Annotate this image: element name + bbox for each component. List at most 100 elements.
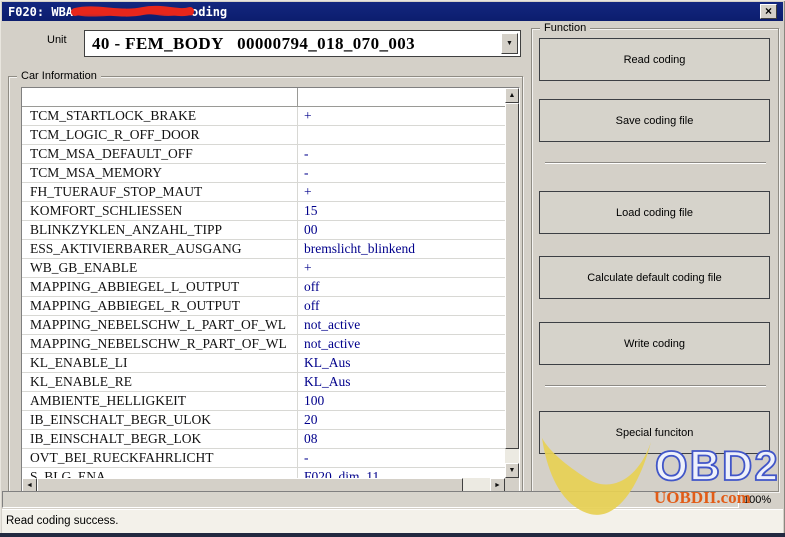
parameter-value: bremslicht_blinkend: [298, 240, 505, 259]
table-row[interactable]: IB_EINSCHALT_BEGR_LOK08: [22, 430, 505, 449]
table-row[interactable]: KL_ENABLE_LIKL_Aus: [22, 354, 505, 373]
parameter-value: +: [298, 259, 505, 278]
table-row[interactable]: MAPPING_NEBELSCHW_L_PART_OF_WLnot_active: [22, 316, 505, 335]
title-bar: F020: WBA oding ×: [2, 2, 783, 21]
function-divider-1: [545, 162, 766, 164]
parameter-name: MAPPING_ABBIEGEL_R_OUTPUT: [22, 297, 298, 316]
parameter-name: ESS_AKTIVIERBARER_AUSGANG: [22, 240, 298, 259]
parameter-value: KL_Aus: [298, 354, 505, 373]
parameter-value: 15: [298, 202, 505, 221]
coding-table: TCM_STARTLOCK_BRAKE+TCM_LOGIC_R_OFF_DOOR…: [21, 87, 520, 492]
parameter-name: AMBIENTE_HELLIGKEIT: [22, 392, 298, 411]
car-information-title: Car Information: [17, 69, 101, 83]
table-row[interactable]: TCM_MSA_DEFAULT_OFF-: [22, 145, 505, 164]
table-row[interactable]: KOMFORT_SCHLIESSEN15: [22, 202, 505, 221]
status-bar: Read coding success.: [2, 509, 783, 533]
parameter-name: TCM_STARTLOCK_BRAKE: [22, 107, 298, 126]
parameter-value: -: [298, 164, 505, 183]
parameter-value: [298, 126, 505, 145]
table-row[interactable]: MAPPING_ABBIEGEL_R_OUTPUToff: [22, 297, 505, 316]
close-button[interactable]: ×: [760, 4, 777, 19]
table-header: [22, 88, 505, 107]
close-icon: ×: [765, 5, 772, 18]
header-cell-parameter: [22, 88, 298, 107]
window-bottom-border: [0, 533, 785, 537]
status-message: Read coding success.: [6, 515, 119, 527]
vertical-scroll-thumb[interactable]: [505, 103, 519, 449]
parameter-name: S_BLG_ENA: [22, 468, 298, 478]
read-coding-button[interactable]: Read coding: [539, 38, 770, 81]
window-title-suffix: oding: [191, 5, 227, 19]
parameter-name: TCM_MSA_DEFAULT_OFF: [22, 145, 298, 164]
table-row[interactable]: MAPPING_NEBELSCHW_R_PART_OF_WLnot_active: [22, 335, 505, 354]
combo-dropdown-button[interactable]: ▼: [501, 33, 518, 54]
scrollbar-corner: [505, 478, 519, 492]
write-coding-button[interactable]: Write coding: [539, 322, 770, 365]
table-row[interactable]: MAPPING_ABBIEGEL_L_OUTPUToff: [22, 278, 505, 297]
window-title: F020: WBA oding: [8, 4, 227, 20]
parameter-name: KL_ENABLE_LI: [22, 354, 298, 373]
table-row[interactable]: WB_GB_ENABLE+: [22, 259, 505, 278]
parameter-name: FH_TUERAUF_STOP_MAUT: [22, 183, 298, 202]
header-cell-value: [298, 88, 505, 107]
parameter-name: TCM_LOGIC_R_OFF_DOOR: [22, 126, 298, 145]
table-row[interactable]: S_BLG_ENAF020_dim_11: [22, 468, 505, 478]
unit-label: Unit: [47, 34, 67, 46]
scroll-right-button[interactable]: ►: [490, 478, 505, 492]
parameter-name: OVT_BEI_RUECKFAHRLICHT: [22, 449, 298, 468]
load-coding-file-button[interactable]: Load coding file: [539, 191, 770, 234]
parameter-name: BLINKZYKLEN_ANZAHL_TIPP: [22, 221, 298, 240]
scroll-right-icon: ►: [494, 482, 501, 489]
parameter-value: +: [298, 183, 505, 202]
progress-bar: [2, 491, 739, 508]
parameter-value: off: [298, 297, 505, 316]
parameter-name: TCM_MSA_MEMORY: [22, 164, 298, 183]
horizontal-scrollbar[interactable]: ◄ ►: [22, 478, 505, 492]
table-row[interactable]: TCM_MSA_MEMORY-: [22, 164, 505, 183]
progress-percentage: 100%: [743, 494, 771, 506]
parameter-name: IB_EINSCHALT_BEGR_ULOK: [22, 411, 298, 430]
save-coding-file-button[interactable]: Save coding file: [539, 99, 770, 142]
parameter-value: -: [298, 145, 505, 164]
table-row[interactable]: ESS_AKTIVIERBARER_AUSGANGbremslicht_blin…: [22, 240, 505, 259]
vertical-scrollbar[interactable]: ▲ ▼: [505, 88, 519, 478]
parameter-value: 00: [298, 221, 505, 240]
parameter-value: off: [298, 278, 505, 297]
table-body: TCM_STARTLOCK_BRAKE+TCM_LOGIC_R_OFF_DOOR…: [22, 107, 505, 478]
parameter-name: MAPPING_NEBELSCHW_R_PART_OF_WL: [22, 335, 298, 354]
parameter-value: KL_Aus: [298, 373, 505, 392]
parameter-value: 08: [298, 430, 505, 449]
window-title-prefix: F020: WBA: [8, 5, 73, 19]
parameter-name: MAPPING_ABBIEGEL_L_OUTPUT: [22, 278, 298, 297]
scroll-left-button[interactable]: ◄: [22, 478, 37, 492]
parameter-name: WB_GB_ENABLE: [22, 259, 298, 278]
calculate-default-coding-file-button[interactable]: Calculate default coding file: [539, 256, 770, 299]
redaction-scribble: [71, 4, 195, 20]
parameter-value: +: [298, 107, 505, 126]
special-function-button[interactable]: Special funciton: [539, 411, 770, 454]
table-row[interactable]: AMBIENTE_HELLIGKEIT100: [22, 392, 505, 411]
parameter-name: KOMFORT_SCHLIESSEN: [22, 202, 298, 221]
parameter-name: IB_EINSCHALT_BEGR_LOK: [22, 430, 298, 449]
table-row[interactable]: FH_TUERAUF_STOP_MAUT+: [22, 183, 505, 202]
unit-selected-value: 40 - FEM_BODY 00000794_018_070_003: [92, 32, 415, 56]
table-row[interactable]: OVT_BEI_RUECKFAHRLICHT-: [22, 449, 505, 468]
table-row[interactable]: TCM_STARTLOCK_BRAKE+: [22, 107, 505, 126]
table-row[interactable]: BLINKZYKLEN_ANZAHL_TIPP00: [22, 221, 505, 240]
scroll-down-button[interactable]: ▼: [505, 463, 519, 478]
parameter-name: MAPPING_NEBELSCHW_L_PART_OF_WL: [22, 316, 298, 335]
scroll-up-button[interactable]: ▲: [505, 88, 519, 103]
parameter-value: not_active: [298, 316, 505, 335]
parameter-value: F020_dim_11: [298, 468, 505, 478]
horizontal-scroll-thumb[interactable]: [37, 478, 463, 492]
chevron-down-icon: ▼: [506, 40, 513, 47]
table-row[interactable]: IB_EINSCHALT_BEGR_ULOK20: [22, 411, 505, 430]
function-title: Function: [540, 21, 590, 35]
parameter-value: -: [298, 449, 505, 468]
parameter-value: not_active: [298, 335, 505, 354]
table-row[interactable]: KL_ENABLE_REKL_Aus: [22, 373, 505, 392]
unit-combobox[interactable]: 40 - FEM_BODY 00000794_018_070_003 ▼: [84, 30, 521, 57]
parameter-name: KL_ENABLE_RE: [22, 373, 298, 392]
table-row[interactable]: TCM_LOGIC_R_OFF_DOOR: [22, 126, 505, 145]
parameter-value: 20: [298, 411, 505, 430]
